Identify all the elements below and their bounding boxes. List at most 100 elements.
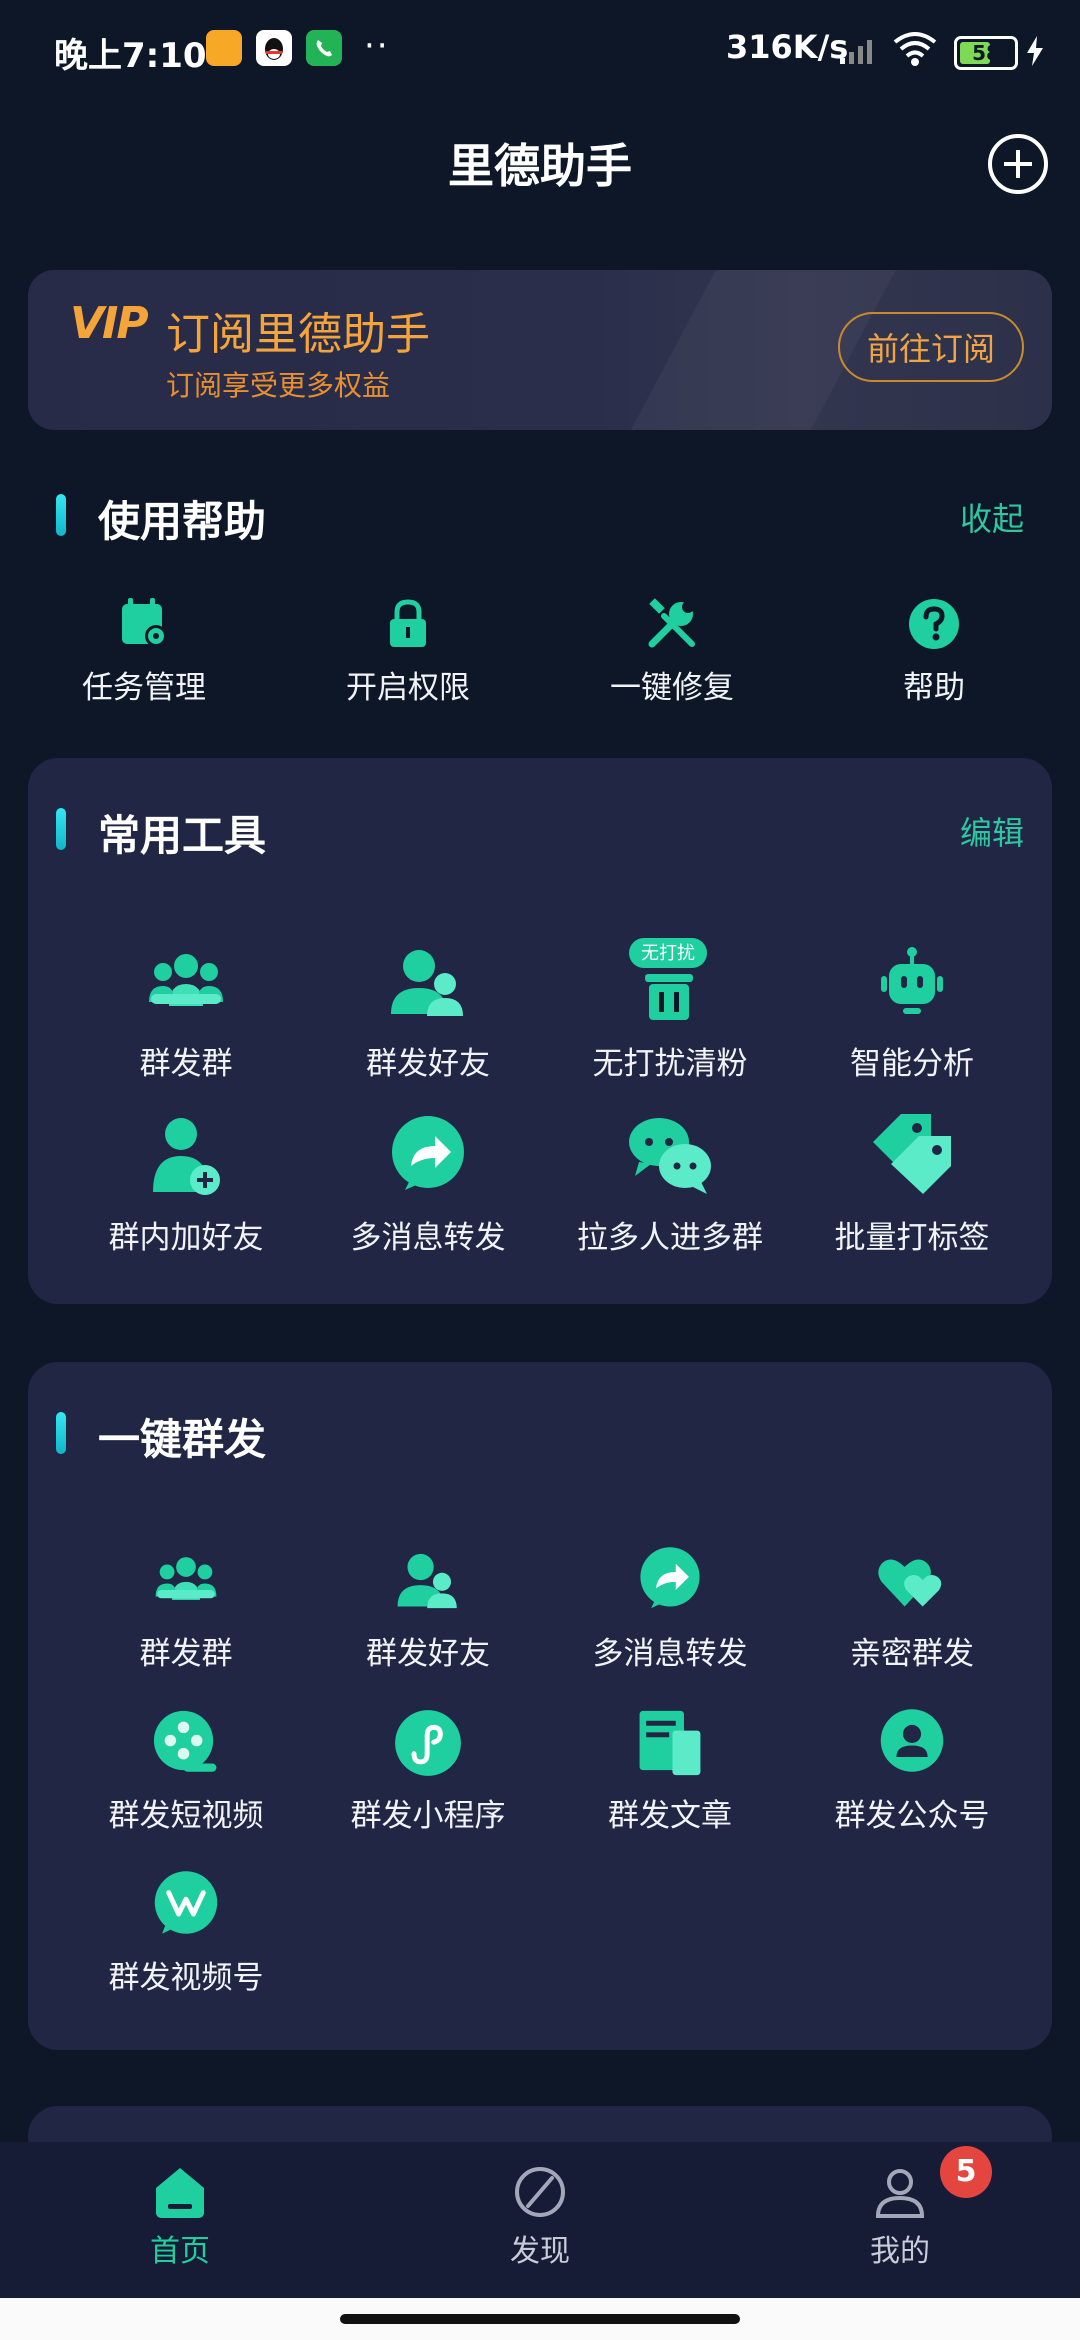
nav-discover[interactable]: 发现	[440, 2162, 640, 2270]
add-person-icon	[141, 1112, 231, 1202]
tool-label: 群内加好友	[108, 1220, 264, 1256]
broadcast-short-video[interactable]: 群发短视频	[66, 1706, 306, 1835]
tool-pull-many-groups[interactable]: 拉多人进多群	[550, 1112, 790, 1257]
broadcast-mini-program[interactable]: 群发小程序	[308, 1706, 548, 1835]
official-account-icon	[875, 1706, 949, 1780]
vip-title: 订阅里德助手	[166, 309, 430, 360]
trash-icon: 无打扰	[625, 938, 715, 1028]
vip-banner[interactable]: VIP 订阅里德助手 订阅享受更多权益 前往订阅	[28, 270, 1052, 430]
tool-label: 群发群	[139, 1046, 233, 1082]
tool-label: 群发好友	[366, 1046, 490, 1082]
home-icon	[156, 2168, 204, 2218]
status-time: 晚上7:10	[54, 36, 207, 76]
friends-icon	[391, 1544, 465, 1618]
notification-badge: 5	[940, 2146, 992, 2198]
help-item-label: 开启权限	[346, 670, 470, 706]
tool-smart-analysis[interactable]: 智能分析	[792, 938, 1032, 1083]
qq-app-icon	[256, 30, 292, 66]
collapse-button[interactable]: 收起	[960, 494, 1024, 540]
quiet-badge-text: 无打扰	[641, 943, 695, 964]
broadcast-label: 群发文章	[608, 1798, 732, 1834]
bottom-navigation: 首页 发现 我的	[0, 2142, 1080, 2298]
tool-multi-forward[interactable]: 多消息转发	[308, 1112, 548, 1257]
section-marker	[56, 494, 66, 536]
mini-program-icon	[391, 1706, 465, 1780]
tool-quiet-clean[interactable]: 无打扰 无打扰清粉	[550, 938, 790, 1083]
article-icon	[633, 1706, 707, 1780]
subscribe-button[interactable]: 前往订阅	[838, 312, 1024, 382]
tool-group-broadcast[interactable]: 群发群	[66, 938, 306, 1083]
tool-friend-broadcast[interactable]: 群发好友	[308, 938, 548, 1083]
help-item-repair[interactable]: 一键修复	[552, 596, 792, 707]
edit-button[interactable]: 编辑	[960, 808, 1024, 854]
home-indicator[interactable]	[340, 2314, 740, 2324]
broadcast-label: 群发视频号	[108, 1960, 264, 1996]
broadcast-multi-forward[interactable]: 多消息转发	[550, 1544, 790, 1673]
help-item-label: 任务管理	[82, 670, 206, 706]
broadcast-card: 一键群发 群发群 群发好友 多消息转发 亲密群发 群发短视频 群发小程序 群发文…	[28, 1362, 1052, 2050]
tool-label: 拉多人进多群	[577, 1220, 763, 1256]
chat-bubbles-icon	[625, 1112, 715, 1202]
add-button[interactable]	[988, 134, 1048, 194]
user-icon	[875, 2169, 925, 2218]
more-notifications-icon: ··	[364, 26, 390, 66]
broadcast-label: 群发小程序	[350, 1798, 506, 1834]
broadcast-article[interactable]: 群发文章	[550, 1706, 790, 1835]
network-speed: 316K/s	[726, 28, 849, 66]
question-icon	[906, 596, 962, 652]
section-marker	[56, 1412, 66, 1454]
broadcast-label: 群发群	[139, 1636, 233, 1672]
broadcast-label: 群发短视频	[108, 1798, 264, 1834]
group-icon	[141, 938, 231, 1028]
vip-subtitle: 订阅享受更多权益	[166, 369, 391, 402]
wrench-screwdriver-icon	[644, 596, 700, 652]
nav-home-label: 首页	[150, 2234, 210, 2269]
calendar-gear-icon	[116, 596, 172, 652]
broadcast-official-account[interactable]: 群发公众号	[792, 1706, 1032, 1835]
section-title: 使用帮助	[98, 497, 267, 546]
tool-label: 无打扰清粉	[592, 1046, 748, 1082]
broadcast-label: 群发公众号	[834, 1798, 990, 1834]
battery-level: 58	[972, 41, 1000, 65]
video-reel-icon	[149, 1706, 223, 1780]
tool-batch-tag[interactable]: 批量打标签	[792, 1112, 1032, 1257]
charging-icon	[1027, 36, 1043, 66]
tags-icon	[867, 1112, 957, 1202]
channels-icon	[149, 1868, 223, 1942]
app-header: 里德助手	[0, 120, 1080, 210]
section-title: 常用工具	[98, 811, 267, 860]
hearts-icon	[875, 1544, 949, 1618]
tool-group-add-friend[interactable]: 群内加好友	[66, 1112, 306, 1257]
broadcast-friends[interactable]: 群发好友	[308, 1544, 548, 1673]
compass-icon	[515, 2167, 565, 2217]
help-item-label: 帮助	[903, 670, 965, 706]
notes-app-icon	[206, 30, 242, 66]
phone-app-icon	[306, 30, 342, 66]
status-bar: 晚上7:10 ·· 316K/s 58	[0, 0, 1080, 100]
tool-label: 多消息转发	[350, 1220, 506, 1256]
lock-icon	[380, 596, 436, 652]
friends-icon	[383, 938, 473, 1028]
tools-card: 常用工具 编辑 群发群 群发好友 无打扰 无打扰清粉 智能分析 群内加好友 多消…	[28, 758, 1052, 1304]
wifi-icon	[893, 32, 937, 66]
tool-label: 智能分析	[850, 1046, 974, 1082]
broadcast-intimate[interactable]: 亲密群发	[792, 1544, 1032, 1673]
help-item-help[interactable]: 帮助	[814, 596, 1054, 707]
robot-icon	[867, 938, 957, 1028]
broadcast-label: 群发好友	[366, 1636, 490, 1672]
broadcast-group[interactable]: 群发群	[66, 1544, 306, 1673]
help-item-permission[interactable]: 开启权限	[288, 596, 528, 707]
broadcast-label: 多消息转发	[592, 1636, 748, 1672]
forward-icon	[383, 1112, 473, 1202]
nav-home[interactable]: 首页	[80, 2162, 280, 2270]
help-item-label: 一键修复	[610, 670, 734, 706]
forward-icon	[633, 1544, 707, 1618]
signal-icon	[840, 40, 872, 64]
section-marker	[56, 808, 66, 850]
group-icon	[149, 1544, 223, 1618]
help-item-task-manage[interactable]: 任务管理	[24, 596, 264, 707]
tool-label: 批量打标签	[834, 1220, 990, 1256]
section-title: 一键群发	[98, 1415, 267, 1464]
nav-mine-label: 我的	[870, 2234, 930, 2269]
broadcast-channels[interactable]: 群发视频号	[66, 1868, 306, 1997]
